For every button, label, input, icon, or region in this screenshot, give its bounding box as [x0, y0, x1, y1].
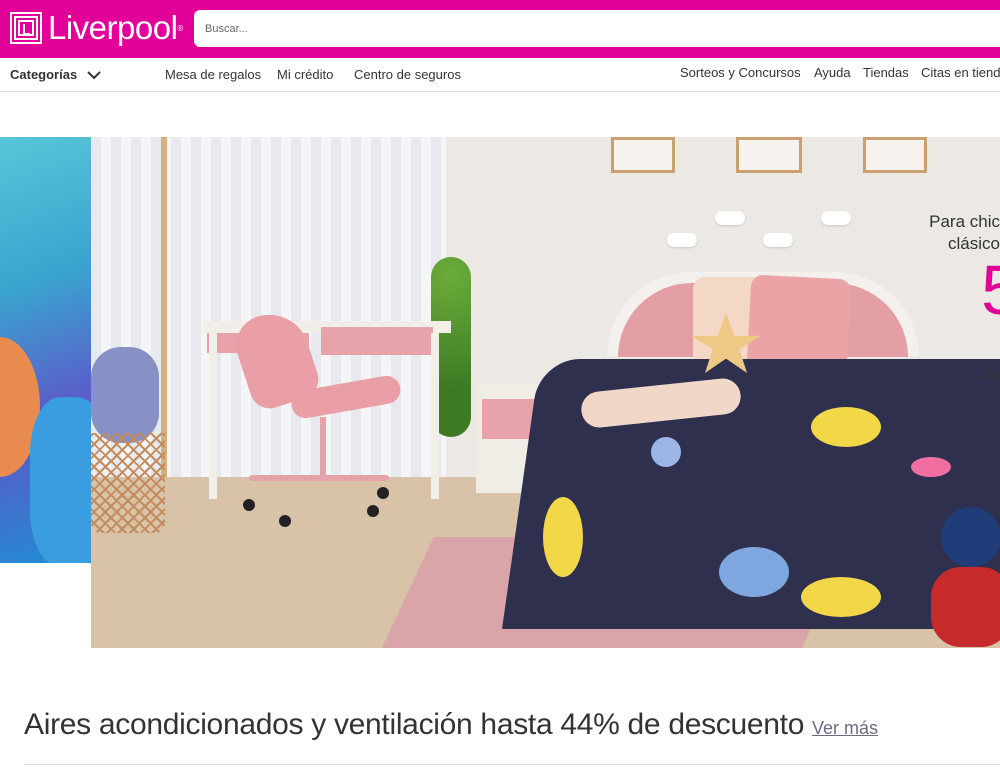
main-nav: Categorías Mesa de regalos Mi crédito Ce… [0, 58, 1000, 92]
section-title: Aires acondicionados y ventilación hasta… [24, 708, 805, 741]
nav-mi-credito[interactable]: Mi crédito [277, 67, 333, 82]
categories-label: Categorías [10, 67, 78, 82]
nav-sorteos-y-concursos[interactable]: Sorteos y Concursos [680, 65, 801, 80]
nav-citas-en-tienda[interactable]: Citas en tienda [921, 65, 1000, 80]
logo-text: Liverpool [48, 9, 178, 46]
logo-registered-mark: ® [177, 23, 184, 33]
nav-mesa-de-regalos[interactable]: Mesa de regalos [165, 67, 261, 82]
liverpool-logo-icon [10, 12, 42, 44]
nav-ayuda[interactable]: Ayuda [814, 65, 851, 80]
nav-centro-de-seguros[interactable]: Centro de seguros [354, 67, 461, 82]
promo-discount-number: 5 [929, 255, 1000, 325]
nav-tiendas[interactable]: Tiendas [863, 65, 909, 80]
section-divider [24, 764, 1000, 765]
hero-banner-image[interactable]: Para chic clásico 5 de [91, 137, 1000, 648]
search-input[interactable] [194, 10, 1000, 47]
promo-de-text: de [981, 365, 1000, 384]
ver-mas-link[interactable]: Ver más [812, 718, 878, 739]
chevron-down-icon [87, 70, 101, 79]
hero-promo-text: Para chic clásico 5 [929, 211, 1000, 325]
hero-carousel[interactable]: Para chic clásico 5 de [0, 137, 1000, 648]
liverpool-logo[interactable]: Liverpool ® [10, 9, 184, 46]
promo-line-1: Para chic [929, 212, 1000, 231]
header-bar: Liverpool ® [0, 0, 1000, 58]
previous-slide-peek[interactable] [0, 137, 91, 563]
categories-dropdown[interactable]: Categorías [10, 67, 101, 82]
